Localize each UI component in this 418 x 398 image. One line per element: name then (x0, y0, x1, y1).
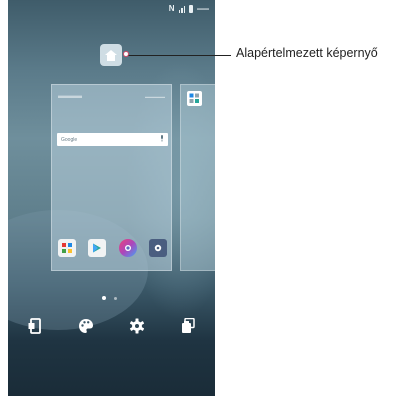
preview-clock-widget: ▬▬▬ (58, 91, 82, 100)
page-indicator (102, 296, 117, 300)
default-home-indicator[interactable] (100, 44, 122, 66)
status-bar: N ▬▬ (8, 0, 215, 18)
preview-app-row (58, 239, 167, 257)
page-dot[interactable] (114, 296, 117, 300)
widgets-icon (28, 318, 42, 334)
status-clock: ▬▬ (197, 6, 209, 12)
google-search-bar[interactable]: Google (57, 133, 168, 146)
widgets-button[interactable] (13, 318, 57, 338)
google-label: Google (61, 136, 78, 143)
apps-folder-icon[interactable] (58, 239, 76, 257)
home-edit-actions (8, 318, 215, 338)
callout-label: Alapértelmezett képernyő (236, 46, 378, 60)
signal-icon (178, 5, 185, 13)
callout-anchor-dot (123, 51, 129, 57)
page-dot-active[interactable] (102, 296, 106, 300)
play-store-icon[interactable] (88, 239, 107, 257)
camera-icon[interactable] (118, 239, 137, 257)
nfc-icon: N (168, 4, 175, 13)
second-screen-preview[interactable] (180, 84, 215, 271)
gear-icon (129, 318, 144, 334)
preview-date-widget: ▬▬▬▬▬ (145, 94, 165, 99)
home-screen-settings-button[interactable] (115, 318, 159, 338)
app-trash-icon (181, 318, 195, 333)
mic-icon[interactable] (160, 135, 164, 144)
calculator-icon[interactable] (187, 91, 202, 106)
callout-leader-line (127, 55, 231, 57)
app-trash-button[interactable] (166, 318, 210, 338)
themes-palette-icon (79, 319, 94, 333)
home-icon (105, 49, 117, 61)
phone-screen: N ▬▬ ▬▬▬ ▬▬▬▬▬ Google (8, 0, 215, 396)
themes-button[interactable] (64, 318, 108, 338)
home-screen-preview[interactable]: ▬▬▬ ▬▬▬▬▬ Google (51, 84, 172, 271)
canvas: N ▬▬ ▬▬▬ ▬▬▬▬▬ Google Alapértelmezett ké… (0, 0, 418, 398)
settings-icon[interactable] (148, 239, 167, 257)
battery-icon (189, 5, 193, 13)
